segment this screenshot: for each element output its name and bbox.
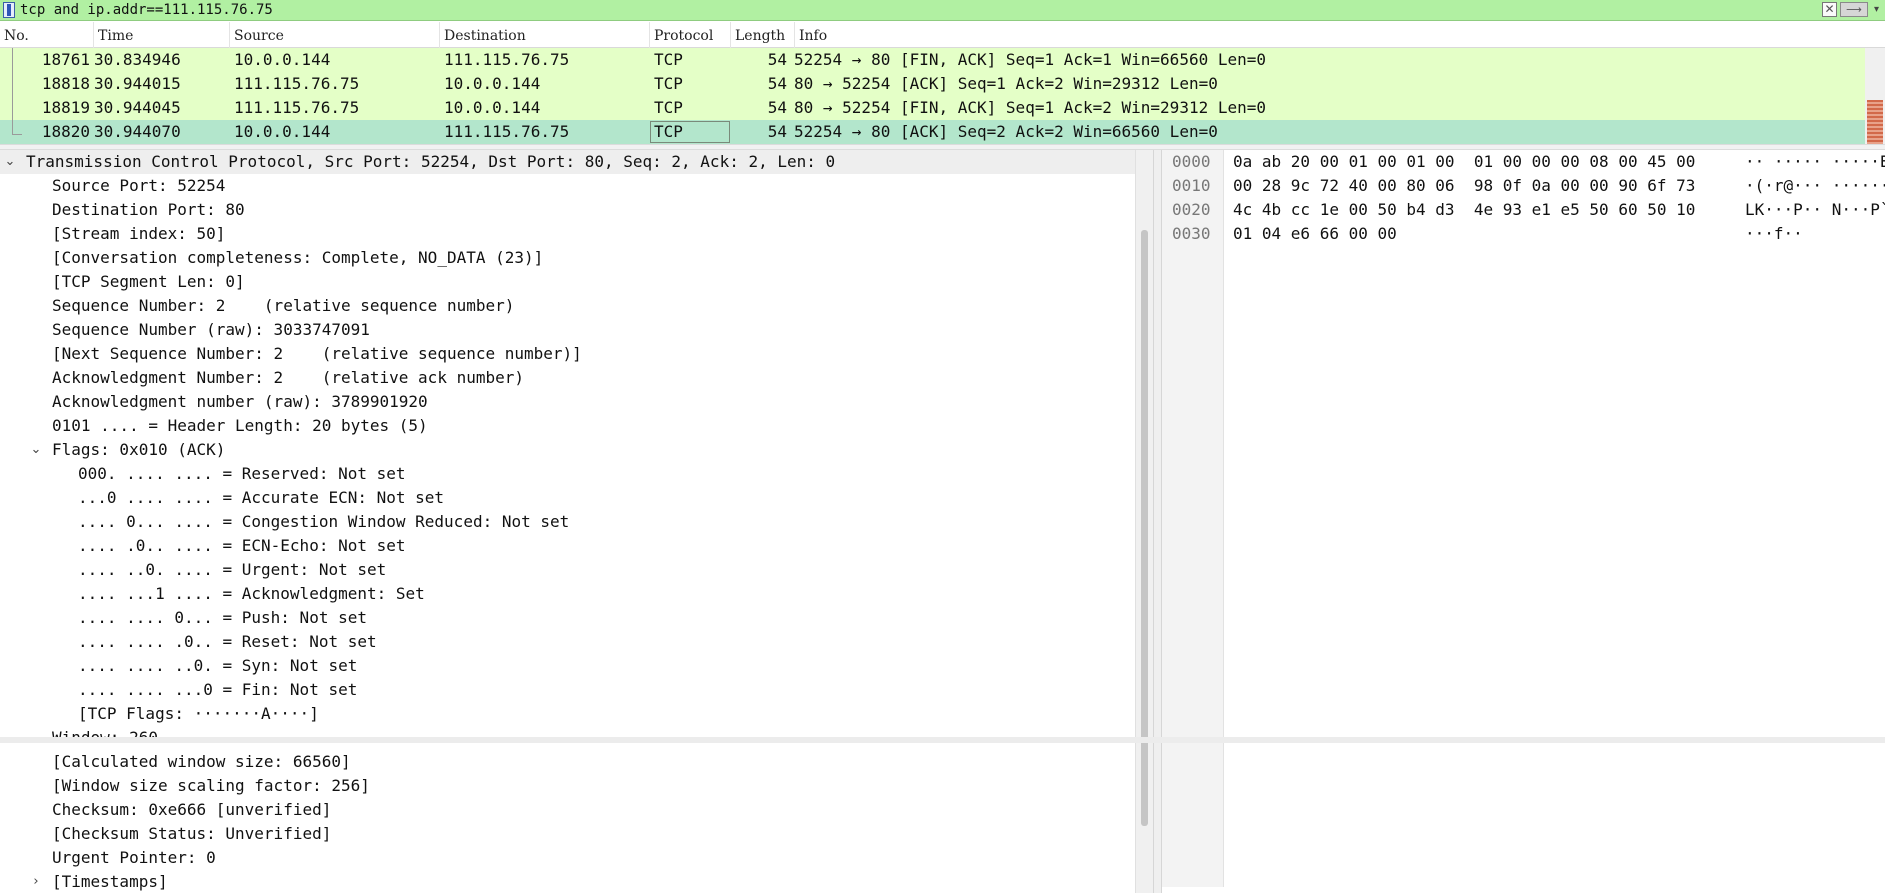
detail-text: [Next Sequence Number: 2 (relative seque… xyxy=(52,344,582,363)
detail-text: Urgent Pointer: 0 xyxy=(52,848,216,867)
packet-info: 52254 → 80 [ACK] Seq=2 Ack=2 Win=66560 L… xyxy=(794,122,1218,141)
filter-history-dropdown-icon[interactable]: ▾ xyxy=(1870,2,1883,17)
chevron-down-icon[interactable]: ⌄ xyxy=(3,150,17,174)
packet-source: 111.115.76.75 xyxy=(234,98,360,117)
packet-protocol: TCP xyxy=(654,122,683,141)
detail-row-tcp-header[interactable]: ⌄ Transmission Control Protocol, Src Port… xyxy=(0,150,1135,174)
column-header-no[interactable]: No. xyxy=(0,22,94,48)
column-header-source[interactable]: Source xyxy=(230,22,440,48)
detail-text: [Conversation completeness: Complete, NO… xyxy=(52,248,544,267)
packet-length: 54 xyxy=(767,98,787,117)
details-scrollbar[interactable] xyxy=(1135,150,1153,893)
packet-destination: 10.0.0.144 xyxy=(444,98,541,117)
hex-bytes[interactable]: 01 04 e6 66 00 00 xyxy=(1233,222,1397,246)
packet-destination: 111.115.76.75 xyxy=(444,122,570,141)
detail-text: Destination Port: 80 xyxy=(52,200,245,219)
detail-text: [Checksum Status: Unverified] xyxy=(52,824,332,843)
detail-text: .... ...1 .... = Acknowledgment: Set xyxy=(78,584,425,603)
hex-bytes[interactable]: 00 28 9c 72 40 00 80 06 98 0f 0a 00 00 9… xyxy=(1233,174,1695,198)
packet-bytes-pane: 0000 0a ab 20 00 01 00 01 00 01 00 00 00 … xyxy=(1162,150,1885,893)
bookmark-icon[interactable] xyxy=(3,2,15,18)
packet-info: 80 → 52254 [FIN, ACK] Seq=1 Ack=2 Win=29… xyxy=(794,98,1267,117)
packet-destination: 10.0.0.144 xyxy=(444,74,541,93)
packet-info: 52254 → 80 [FIN, ACK] Seq=1 Ack=1 Win=66… xyxy=(794,50,1267,69)
detail-text: [TCP Segment Len: 0] xyxy=(52,272,245,291)
detail-text: ...0 .... .... = Accurate ECN: Not set xyxy=(78,488,445,507)
detail-text: Sequence Number (raw): 3033747091 xyxy=(52,320,370,339)
horizontal-scrollbar[interactable] xyxy=(0,737,1885,743)
packet-row[interactable]: 18818 30.944015 111.115.76.75 10.0.0.144… xyxy=(0,72,1865,96)
detail-text: 0101 .... = Header Length: 20 bytes (5) xyxy=(52,416,428,435)
packet-time: 30.944070 xyxy=(94,122,181,141)
hex-offset: 0010 xyxy=(1172,176,1211,195)
detail-text: .... .... 0... = Push: Not set xyxy=(78,608,367,627)
detail-text: .... .... ..0. = Syn: Not set xyxy=(78,656,358,675)
hex-ascii[interactable]: LK···P·· N···P`P· xyxy=(1745,198,1885,222)
packet-list: No. Time Source Destination Protocol Len… xyxy=(0,22,1885,144)
packet-length: 54 xyxy=(767,50,787,69)
hex-offset-column xyxy=(1162,150,1224,887)
column-header-length[interactable]: Length xyxy=(731,22,795,48)
detail-text: Checksum: 0xe666 [unverified] xyxy=(52,800,332,819)
detail-text: .... .0.. .... = ECN-Echo: Not set xyxy=(78,536,406,555)
detail-text: Acknowledgment Number: 2 (relative ack n… xyxy=(52,368,525,387)
detail-text: [Timestamps] xyxy=(52,872,168,891)
column-header-protocol[interactable]: Protocol xyxy=(650,22,731,48)
detail-text: .... 0... .... = Congestion Window Reduc… xyxy=(78,512,570,531)
conversation-tree-line-end xyxy=(12,134,22,135)
packet-source: 10.0.0.144 xyxy=(234,50,331,69)
detail-text: Sequence Number: 2 (relative sequence nu… xyxy=(52,296,515,315)
detail-text: Transmission Control Protocol, Src Port:… xyxy=(26,152,836,171)
packet-length: 54 xyxy=(767,74,787,93)
packet-destination: 111.115.76.75 xyxy=(444,50,570,69)
packet-protocol: TCP xyxy=(654,50,683,69)
detail-text: Source Port: 52254 xyxy=(52,176,226,195)
detail-text: [TCP Flags: ·······A····] xyxy=(78,704,319,723)
packet-source: 111.115.76.75 xyxy=(234,74,360,93)
detail-text: Flags: 0x010 (ACK) xyxy=(52,440,226,459)
pane-splitter-vertical[interactable] xyxy=(1153,150,1162,893)
packet-time: 30.944015 xyxy=(94,74,181,93)
packet-minimap[interactable] xyxy=(1867,100,1883,144)
packet-list-header: No. Time Source Destination Protocol Len… xyxy=(0,22,1885,48)
hex-offset: 0020 xyxy=(1172,200,1211,219)
packet-row-selected[interactable]: 18820 30.944070 10.0.0.144 111.115.76.75… xyxy=(0,120,1865,144)
chevron-down-icon[interactable]: ⌄ xyxy=(29,438,43,462)
packet-details-pane: ⌄ Transmission Control Protocol, Src Port… xyxy=(0,150,1135,893)
detail-text: [Calculated window size: 66560] xyxy=(52,752,351,771)
hex-ascii[interactable]: ·(·r@··· ······os xyxy=(1745,174,1885,198)
display-filter-bar: tcp and ip.addr==111.115.76.75 ✕ ⟶ ▾ xyxy=(0,0,1885,21)
column-header-info[interactable]: Info xyxy=(795,22,1865,48)
detail-text: .... .... .0.. = Reset: Not set xyxy=(78,632,377,651)
detail-text: .... ..0. .... = Urgent: Not set xyxy=(78,560,387,579)
hex-bytes[interactable]: 4c 4b cc 1e 00 50 b4 d3 4e 93 e1 e5 50 6… xyxy=(1233,198,1695,222)
display-filter-input[interactable]: tcp and ip.addr==111.115.76.75 xyxy=(20,1,273,19)
hex-ascii[interactable]: ···f·· xyxy=(1745,222,1803,246)
conversation-tree-line xyxy=(12,48,20,134)
packet-length: 54 xyxy=(767,122,787,141)
apply-filter-icon[interactable]: ⟶ xyxy=(1840,2,1868,17)
packet-time: 30.834946 xyxy=(94,50,181,69)
packet-row[interactable]: 18761 30.834946 10.0.0.144 111.115.76.75… xyxy=(0,48,1865,72)
hex-bytes[interactable]: 0a ab 20 00 01 00 01 00 01 00 00 00 08 0… xyxy=(1233,150,1695,174)
column-header-time[interactable]: Time xyxy=(94,22,230,48)
clear-filter-icon[interactable]: ✕ xyxy=(1822,2,1837,17)
detail-text: [Stream index: 50] xyxy=(52,224,226,243)
packet-source: 10.0.0.144 xyxy=(234,122,331,141)
packet-protocol: TCP xyxy=(654,74,683,93)
detail-text: Acknowledgment number (raw): 3789901920 xyxy=(52,392,428,411)
detail-text: 000. .... .... = Reserved: Not set xyxy=(78,464,406,483)
column-header-destination[interactable]: Destination xyxy=(440,22,650,48)
hex-ascii[interactable]: ·· ····· ·····E· xyxy=(1745,150,1885,174)
packet-info: 80 → 52254 [ACK] Seq=1 Ack=2 Win=29312 L… xyxy=(794,74,1218,93)
packet-time: 30.944045 xyxy=(94,98,181,117)
packet-protocol: TCP xyxy=(654,98,683,117)
detail-text: [Window size scaling factor: 256] xyxy=(52,776,370,795)
hex-offset: 0000 xyxy=(1172,152,1211,171)
packet-list-scrollbar[interactable] xyxy=(1865,48,1885,144)
packet-row[interactable]: 18819 30.944045 111.115.76.75 10.0.0.144… xyxy=(0,96,1865,120)
chevron-right-icon[interactable]: › xyxy=(29,870,43,893)
hex-offset: 0030 xyxy=(1172,224,1211,243)
detail-text: .... .... ...0 = Fin: Not set xyxy=(78,680,358,699)
